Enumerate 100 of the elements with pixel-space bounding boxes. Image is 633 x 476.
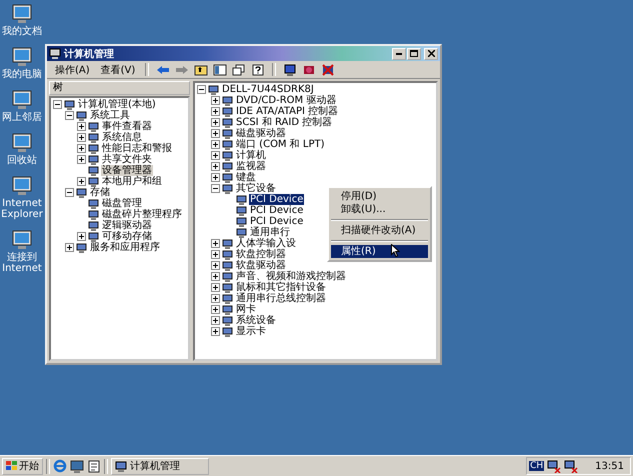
network-disconnected-icon[interactable] bbox=[564, 460, 578, 472]
desktop-shortcut-icon[interactable] bbox=[10, 174, 34, 198]
expand-toggle[interactable] bbox=[211, 140, 220, 149]
expand-toggle[interactable] bbox=[211, 327, 220, 336]
tree-item[interactable]: PCI Device bbox=[249, 194, 304, 205]
tree-item[interactable]: 事件查看器 bbox=[101, 121, 153, 132]
computer-icon[interactable] bbox=[283, 64, 298, 76]
expand-toggle[interactable] bbox=[211, 316, 220, 325]
desktop-icon-label[interactable]: 网上邻居 bbox=[1, 112, 43, 123]
folder-up-icon[interactable] bbox=[194, 64, 208, 76]
expand-toggle[interactable] bbox=[211, 184, 220, 193]
expand-toggle[interactable] bbox=[77, 144, 86, 153]
taskbar-button[interactable]: 计算机管理 bbox=[111, 458, 209, 474]
tree-item[interactable]: IDE ATA/ATAPI 控制器 bbox=[235, 106, 340, 117]
notepad-icon[interactable] bbox=[87, 459, 101, 473]
device-remove-icon[interactable] bbox=[321, 64, 336, 76]
minimize-button[interactable] bbox=[392, 48, 406, 60]
tree-item[interactable]: 通用串行 bbox=[249, 227, 291, 238]
tree-item[interactable]: 存储 bbox=[89, 187, 111, 198]
language-indicator[interactable]: CH bbox=[529, 461, 544, 471]
tree-item[interactable]: 计算机管理(本地) bbox=[77, 99, 157, 110]
tree-item[interactable]: 声音、视频和游戏控制器 bbox=[235, 271, 347, 282]
expand-toggle[interactable] bbox=[211, 239, 220, 248]
expand-toggle[interactable] bbox=[211, 173, 220, 182]
context-menu-item[interactable]: 卸载(U)... bbox=[331, 203, 428, 216]
close-button[interactable] bbox=[424, 48, 438, 60]
tree-item[interactable]: 性能日志和警报 bbox=[101, 143, 173, 154]
tree-item[interactable]: 本地用户和组 bbox=[101, 176, 163, 187]
expand-toggle[interactable] bbox=[65, 111, 74, 120]
expand-toggle[interactable] bbox=[211, 250, 220, 259]
desktop-icon-label[interactable]: Internet Explorer bbox=[1, 198, 43, 220]
expand-toggle[interactable] bbox=[211, 129, 220, 138]
tree-item[interactable]: 端口 (COM 和 LPT) bbox=[235, 139, 326, 150]
expand-toggle[interactable] bbox=[211, 283, 220, 292]
tree-item[interactable]: 网卡 bbox=[235, 304, 257, 315]
expand-toggle[interactable] bbox=[211, 162, 220, 171]
desktop-icon-label[interactable]: 回收站 bbox=[1, 155, 43, 166]
tree-item[interactable]: PCI Device bbox=[249, 216, 304, 227]
expand-toggle[interactable] bbox=[211, 294, 220, 303]
help-icon[interactable] bbox=[251, 64, 266, 76]
desktop-shortcut-icon[interactable] bbox=[10, 228, 34, 252]
tree-item[interactable]: 系统工具 bbox=[89, 110, 131, 121]
tree-item[interactable]: 系统设备 bbox=[235, 315, 277, 326]
tree-item[interactable]: 逻辑驱动器 bbox=[101, 220, 153, 231]
expand-toggle[interactable] bbox=[53, 100, 62, 109]
tree-item[interactable]: 设备管理器 bbox=[101, 165, 153, 176]
expand-toggle[interactable] bbox=[65, 243, 74, 252]
tree-item[interactable]: SCSI 和 RAID 控制器 bbox=[235, 117, 334, 128]
expand-toggle[interactable] bbox=[211, 118, 220, 127]
desktop-shortcut-icon[interactable] bbox=[10, 45, 34, 69]
maximize-button[interactable] bbox=[407, 48, 421, 60]
tree-item[interactable]: 系统信息 bbox=[101, 132, 143, 143]
tree-item[interactable]: PCI Device bbox=[249, 205, 304, 216]
tree-item[interactable]: 共享文件夹 bbox=[101, 154, 153, 165]
network-disconnected-icon[interactable] bbox=[547, 460, 562, 472]
expand-toggle[interactable] bbox=[77, 155, 86, 164]
expand-toggle[interactable] bbox=[77, 122, 86, 131]
tree-item[interactable]: 磁盘碎片整理程序 bbox=[101, 209, 183, 220]
tree-item[interactable]: DVD/CD-ROM 驱动器 bbox=[235, 95, 338, 106]
expand-toggle[interactable] bbox=[211, 107, 220, 116]
expand-toggle[interactable] bbox=[65, 188, 74, 197]
desktop-shortcut-icon[interactable] bbox=[10, 2, 34, 26]
tree-item[interactable]: 鼠标和其它指针设备 bbox=[235, 282, 327, 293]
tree-item[interactable]: 键盘 bbox=[235, 172, 257, 183]
context-menu-item[interactable]: 扫描硬件改动(A) bbox=[331, 224, 428, 237]
desktop-shortcut-icon[interactable] bbox=[10, 88, 34, 112]
tree-item[interactable]: 通用串行总线控制器 bbox=[235, 293, 327, 304]
menu-item[interactable]: 查看(V) bbox=[96, 62, 140, 76]
tree-item[interactable]: 软盘驱动器 bbox=[235, 260, 287, 271]
expand-toggle[interactable] bbox=[77, 133, 86, 142]
tree-item[interactable]: 软盘控制器 bbox=[235, 249, 287, 260]
expand-toggle[interactable] bbox=[197, 85, 206, 94]
expand-toggle[interactable] bbox=[211, 151, 220, 160]
properties-icon[interactable] bbox=[232, 64, 246, 76]
expand-toggle[interactable] bbox=[77, 177, 86, 186]
desktop-icon[interactable] bbox=[70, 459, 84, 473]
expand-toggle[interactable] bbox=[211, 96, 220, 105]
context-menu-item[interactable]: 属性(R) bbox=[331, 245, 428, 258]
expand-toggle[interactable] bbox=[211, 272, 220, 281]
expand-toggle[interactable] bbox=[211, 261, 220, 270]
tree-item[interactable]: 计算机 bbox=[235, 150, 267, 161]
tree-item[interactable]: 其它设备 bbox=[235, 183, 277, 194]
expand-toggle[interactable] bbox=[77, 232, 86, 241]
tree-view-icon[interactable] bbox=[213, 64, 228, 76]
back-arrow-icon[interactable] bbox=[156, 64, 170, 76]
tree-item[interactable]: 可移动存储 bbox=[101, 231, 153, 242]
menu-item[interactable]: 操作(A) bbox=[51, 62, 94, 76]
context-menu-item[interactable]: 停用(D) bbox=[331, 190, 428, 203]
tree-item[interactable]: DELL-7U44SDRK8J bbox=[221, 84, 315, 95]
start-button[interactable]: 开始 bbox=[2, 458, 43, 474]
tree-item[interactable]: 人体学输入设 bbox=[235, 238, 297, 249]
desktop-icon-label[interactable]: 连接到 Internet bbox=[1, 252, 43, 274]
tree-item[interactable]: 服务和应用程序 bbox=[89, 242, 161, 253]
desktop-icon-label[interactable]: 我的电脑 bbox=[1, 69, 43, 80]
desktop-shortcut-icon[interactable] bbox=[10, 131, 34, 155]
expand-toggle[interactable] bbox=[211, 305, 220, 314]
tree-item[interactable]: 显示卡 bbox=[235, 326, 267, 337]
tree-item[interactable]: 磁盘管理 bbox=[101, 198, 143, 209]
tree-item[interactable]: 监视器 bbox=[235, 161, 267, 172]
desktop-icon-label[interactable]: 我的文档 bbox=[1, 26, 43, 37]
